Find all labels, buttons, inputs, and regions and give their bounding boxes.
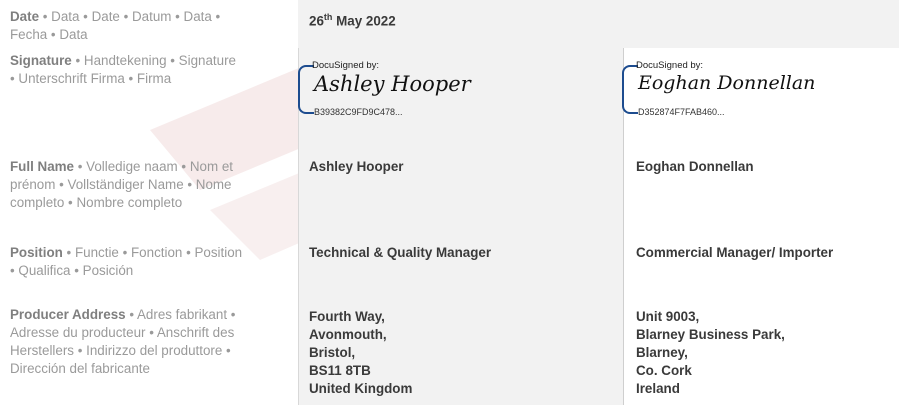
docusign-bracket [298, 65, 314, 114]
signature-label: Signature • Handtekening • Signature • U… [10, 53, 236, 86]
date-value: 26th May 2022 [309, 12, 396, 29]
envelope-id-1: B39382C9FD9C478... [314, 107, 403, 117]
docusigned-by-label: DocuSigned by: [636, 60, 704, 71]
full-name-1: Ashley Hooper [309, 159, 404, 174]
docusigned-by-label: DocuSigned by: [312, 60, 380, 71]
position-label: Position • Functie • Fonction • Position… [10, 245, 243, 278]
docusign-bracket [622, 65, 638, 114]
docusign-block-1: DocuSigned by: Ashley Hooper B39382C9FD9… [296, 60, 471, 118]
position-2: Commercial Manager/ Importer [636, 245, 834, 260]
full-name-label: Full Name • Volledige naam • Nom et prén… [10, 159, 233, 210]
producer-address-label: Producer Address • Adres fabrikant • Adr… [10, 307, 236, 376]
full-name-2: Eoghan Donnellan [636, 159, 754, 174]
envelope-id-2: D352874F7FAB460... [638, 107, 725, 117]
date-label: Date • Data • Date • Datum • Data • Fech… [10, 9, 221, 42]
docusign-block-2: DocuSigned by: Eoghan Donnellan D352874F… [620, 60, 860, 118]
signature-1: Ashley Hooper [314, 72, 471, 96]
signature-2: Eoghan Donnellan [638, 72, 816, 94]
position-1: Technical & Quality Manager [309, 245, 492, 260]
address-1: Fourth Way, Avonmouth, Bristol, BS11 8TB… [309, 309, 413, 396]
address-2: Unit 9003, Blarney Business Park, Blarne… [636, 309, 785, 396]
